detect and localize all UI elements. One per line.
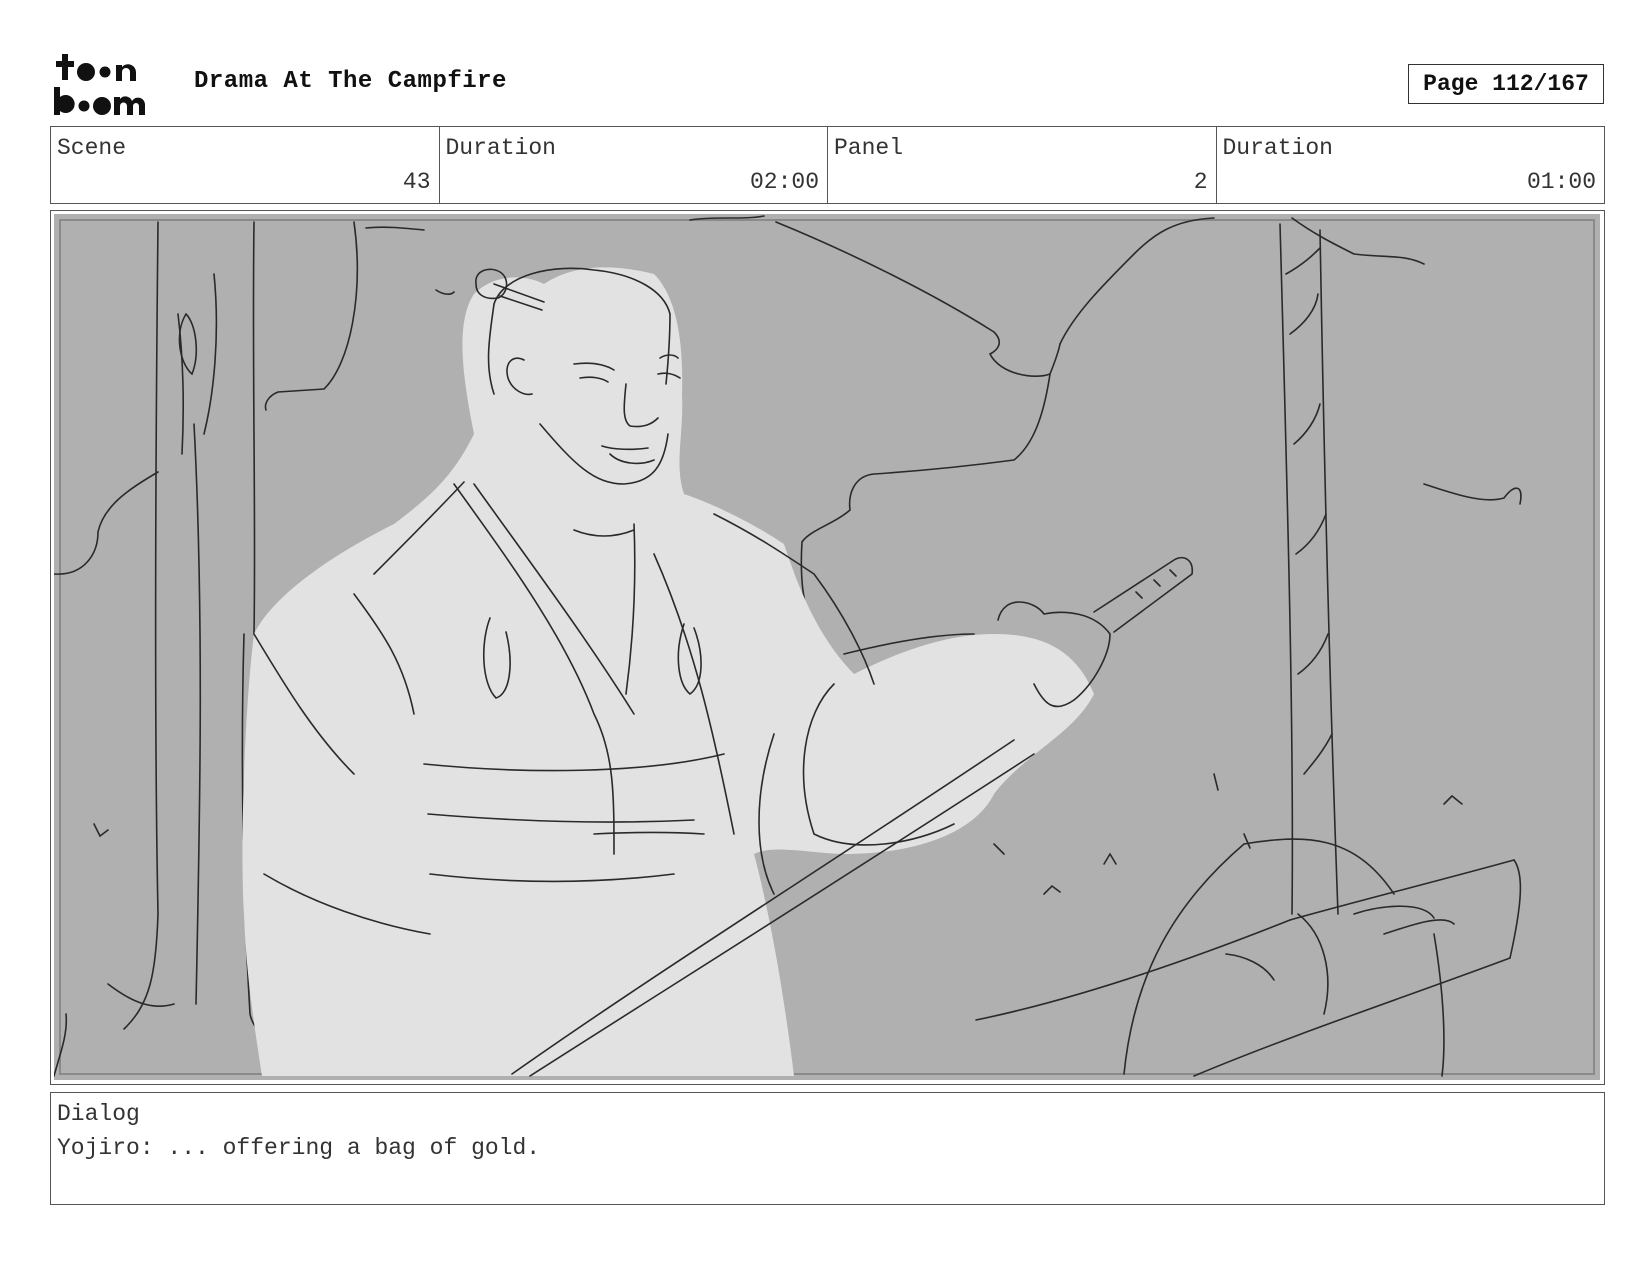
info-row: Scene 43 Duration 02:00 Panel 2 Duration… bbox=[50, 126, 1605, 204]
toon-boom-logo bbox=[54, 54, 146, 115]
dialog-label: Dialog bbox=[57, 1101, 140, 1127]
panel-duration-value: 01:00 bbox=[1526, 169, 1596, 195]
panel-duration-label: Duration bbox=[1222, 135, 1333, 161]
scene-cell: Scene 43 bbox=[51, 127, 440, 203]
panel-cell: Panel 2 bbox=[828, 127, 1217, 203]
storyboard-panel bbox=[50, 210, 1605, 1085]
panel-value: 2 bbox=[1193, 169, 1208, 195]
dialog-box: Dialog Yojiro: ... offering a bag of gol… bbox=[50, 1092, 1605, 1205]
panel-label: Panel bbox=[834, 135, 904, 161]
panel-sketch bbox=[54, 214, 1600, 1080]
scene-duration-value: 02:00 bbox=[749, 169, 819, 195]
project-title: Drama At The Campfire bbox=[194, 68, 507, 95]
panel-duration-cell: Duration 01:00 bbox=[1217, 127, 1605, 203]
scene-duration-label: Duration bbox=[445, 135, 556, 161]
dialog-text: Yojiro: ... offering a bag of gold. bbox=[57, 1135, 541, 1161]
scene-label: Scene bbox=[57, 135, 127, 161]
scene-value: 43 bbox=[402, 169, 431, 195]
scene-duration-cell: Duration 02:00 bbox=[440, 127, 828, 203]
page-number: Page 112/167 bbox=[1408, 64, 1604, 104]
